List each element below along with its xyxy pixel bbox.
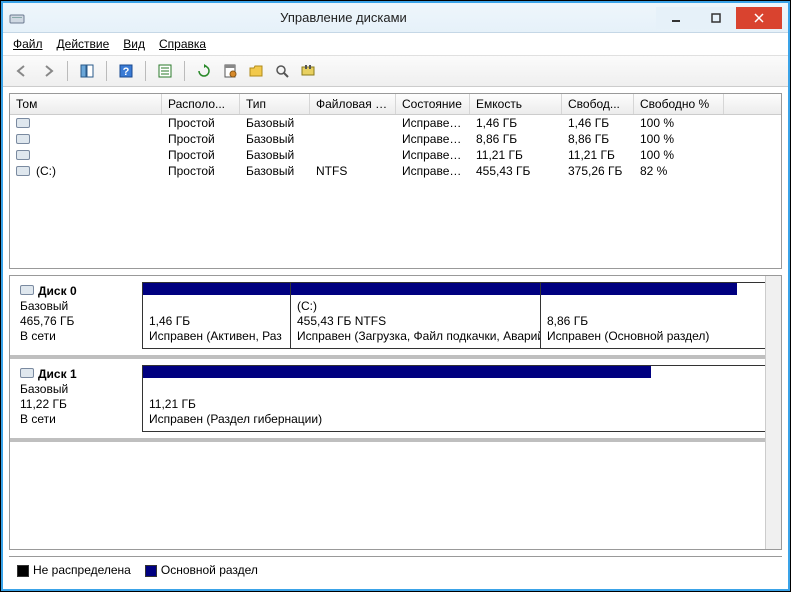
svg-text:?: ? xyxy=(123,66,130,78)
col-fs[interactable]: Файловая с... xyxy=(310,94,396,114)
partition[interactable]: 11,21 ГБИсправен (Раздел гибернации) xyxy=(143,366,651,431)
legend-primary-label: Основной раздел xyxy=(161,563,258,577)
show-hide-button[interactable] xyxy=(76,60,98,82)
scrollbar[interactable] xyxy=(765,276,781,549)
forward-button[interactable] xyxy=(37,60,59,82)
titlebar: Управление дисками xyxy=(3,3,788,33)
maximize-button[interactable] xyxy=(696,7,736,29)
partition[interactable]: (C:)455,43 ГБ NTFSИсправен (Загрузка, Фа… xyxy=(291,283,541,348)
open-button[interactable] xyxy=(245,60,267,82)
disk-icon xyxy=(20,285,34,295)
help-button[interactable]: ? xyxy=(115,60,137,82)
partition-bar xyxy=(291,283,540,295)
menu-help[interactable]: Справка xyxy=(159,37,206,51)
disk-row: Диск 1Базовый11,22 ГБВ сети 11,21 ГБИспр… xyxy=(10,359,781,442)
menu-view[interactable]: Вид xyxy=(123,37,145,51)
table-row[interactable]: ПростойБазовыйИсправен...1,46 ГБ1,46 ГБ1… xyxy=(10,115,781,131)
separator-icon xyxy=(106,61,107,81)
partition[interactable]: 8,86 ГБИсправен (Основной раздел) xyxy=(541,283,737,348)
legend-unallocated: Не распределена xyxy=(17,563,131,577)
volume-list: Том Располо... Тип Файловая с... Состоян… xyxy=(9,93,782,269)
disk-row: Диск 0Базовый465,76 ГБВ сети 1,46 ГБИспр… xyxy=(10,276,781,359)
table-row[interactable]: ПростойБазовыйИсправен...8,86 ГБ8,86 ГБ1… xyxy=(10,131,781,147)
legend-unallocated-label: Не распределена xyxy=(33,563,131,577)
separator-icon xyxy=(67,61,68,81)
volume-icon xyxy=(16,166,30,176)
table-row[interactable]: ПростойБазовыйИсправен...11,21 ГБ11,21 Г… xyxy=(10,147,781,163)
col-pct[interactable]: Свободно % xyxy=(634,94,724,114)
disk-info[interactable]: Диск 0Базовый465,76 ГБВ сети xyxy=(16,282,142,349)
col-free[interactable]: Свобод... xyxy=(562,94,634,114)
legend: Не распределена Основной раздел xyxy=(9,556,782,583)
volume-rows: ПростойБазовыйИсправен...1,46 ГБ1,46 ГБ1… xyxy=(10,115,781,268)
disk-info[interactable]: Диск 1Базовый11,22 ГБВ сети xyxy=(16,365,142,432)
partition-bar xyxy=(541,283,737,295)
minimize-button[interactable] xyxy=(656,7,696,29)
partition[interactable]: 1,46 ГБИсправен (Активен, Раз xyxy=(143,283,291,348)
col-capacity[interactable]: Емкость xyxy=(470,94,562,114)
legend-primary: Основной раздел xyxy=(145,563,258,577)
find-button[interactable] xyxy=(271,60,293,82)
window: Управление дисками Файл Действие Вид Спр… xyxy=(1,1,790,591)
menu-file[interactable]: Файл xyxy=(13,37,43,51)
refresh-button[interactable] xyxy=(193,60,215,82)
separator-icon xyxy=(145,61,146,81)
col-status[interactable]: Состояние xyxy=(396,94,470,114)
settings-button[interactable] xyxy=(297,60,319,82)
column-headers: Том Располо... Тип Файловая с... Состоян… xyxy=(10,94,781,115)
separator-icon xyxy=(184,61,185,81)
col-layout[interactable]: Располо... xyxy=(162,94,240,114)
window-title: Управление дисками xyxy=(31,10,656,25)
properties-button[interactable] xyxy=(219,60,241,82)
toolbar: ? xyxy=(3,56,788,87)
volume-icon xyxy=(16,118,30,128)
disk-icon xyxy=(20,368,34,378)
partition-bar xyxy=(143,283,290,295)
col-type[interactable]: Тип xyxy=(240,94,310,114)
volume-icon xyxy=(16,134,30,144)
disk-diagrams: Диск 0Базовый465,76 ГБВ сети 1,46 ГБИспр… xyxy=(9,275,782,550)
back-button[interactable] xyxy=(11,60,33,82)
menubar: Файл Действие Вид Справка xyxy=(3,33,788,56)
window-buttons xyxy=(656,7,782,29)
volume-icon xyxy=(16,150,30,160)
menu-action[interactable]: Действие xyxy=(57,37,110,51)
close-button[interactable] xyxy=(736,7,782,29)
partition-bar xyxy=(143,366,651,378)
app-icon xyxy=(9,10,25,26)
table-row[interactable]: (C:)ПростойБазовыйNTFSИсправен...455,43 … xyxy=(10,163,781,179)
col-volume[interactable]: Том xyxy=(10,94,162,114)
details-button[interactable] xyxy=(154,60,176,82)
content-area: Том Располо... Тип Файловая с... Состоян… xyxy=(3,87,788,589)
